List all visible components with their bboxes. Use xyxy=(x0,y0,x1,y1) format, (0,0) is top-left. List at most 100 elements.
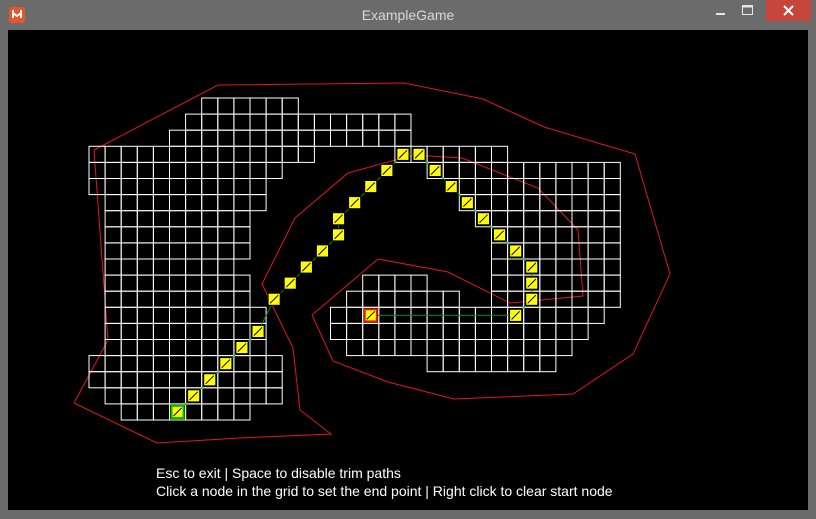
grid-node[interactable] xyxy=(555,226,573,244)
grid-node[interactable] xyxy=(233,226,251,244)
walkable-grid[interactable] xyxy=(88,97,621,421)
grid-node[interactable] xyxy=(346,322,364,340)
grid-node[interactable] xyxy=(442,290,460,308)
grid-node[interactable] xyxy=(474,339,492,357)
grid-node[interactable] xyxy=(346,129,364,147)
grid-node[interactable] xyxy=(120,355,138,373)
grid-node[interactable] xyxy=(458,178,476,196)
grid-node[interactable] xyxy=(233,355,251,373)
grid-node[interactable] xyxy=(185,226,203,244)
grid-node[interactable] xyxy=(539,355,557,373)
grid-node[interactable] xyxy=(169,306,187,324)
grid-node[interactable] xyxy=(571,161,589,179)
grid-node[interactable] xyxy=(571,306,589,324)
grid-node[interactable] xyxy=(555,274,573,292)
grid-node[interactable] xyxy=(555,161,573,179)
grid-node[interactable] xyxy=(233,129,251,147)
grid-node[interactable] xyxy=(201,161,219,179)
grid-node[interactable] xyxy=(491,242,509,260)
grid-node[interactable] xyxy=(474,161,492,179)
grid-node[interactable] xyxy=(120,371,138,389)
grid-node[interactable] xyxy=(201,322,219,340)
grid-node[interactable] xyxy=(217,113,235,131)
grid-node[interactable] xyxy=(136,306,154,324)
grid-node[interactable] xyxy=(169,178,187,196)
grid-node[interactable] xyxy=(442,322,460,340)
grid-node[interactable] xyxy=(88,161,106,179)
grid-node[interactable] xyxy=(201,258,219,276)
grid-node[interactable] xyxy=(136,290,154,308)
grid-node[interactable] xyxy=(185,178,203,196)
grid-node[interactable] xyxy=(120,387,138,405)
grid-node[interactable] xyxy=(136,226,154,244)
game-canvas[interactable]: Esc to exit | Space to disable trim path… xyxy=(8,30,808,510)
grid-node[interactable] xyxy=(169,145,187,163)
grid-node[interactable] xyxy=(587,258,605,276)
grid-node[interactable] xyxy=(265,113,283,131)
grid-node[interactable] xyxy=(281,129,299,147)
grid-node[interactable] xyxy=(458,322,476,340)
grid-node[interactable] xyxy=(217,339,235,357)
grid-node[interactable] xyxy=(136,161,154,179)
grid-node[interactable] xyxy=(185,145,203,163)
grid-node[interactable] xyxy=(523,194,541,212)
grid-node[interactable] xyxy=(152,322,170,340)
grid-node[interactable] xyxy=(378,322,396,340)
grid-node[interactable] xyxy=(185,403,203,421)
grid-node[interactable] xyxy=(458,355,476,373)
grid-node[interactable] xyxy=(185,371,203,389)
grid-node[interactable] xyxy=(136,210,154,228)
grid-node[interactable] xyxy=(474,178,492,196)
grid-node[interactable] xyxy=(136,274,154,292)
grid-node[interactable] xyxy=(587,306,605,324)
grid-node[interactable] xyxy=(249,113,267,131)
grid-node[interactable] xyxy=(120,178,138,196)
grid-node[interactable] xyxy=(539,210,557,228)
grid-node[interactable] xyxy=(152,194,170,212)
grid-node[interactable] xyxy=(217,161,235,179)
grid-node[interactable] xyxy=(297,113,315,131)
grid-node[interactable] xyxy=(313,129,331,147)
grid-node[interactable] xyxy=(410,290,428,308)
grid-node[interactable] xyxy=(539,258,557,276)
grid-node[interactable] xyxy=(507,226,525,244)
grid-node[interactable] xyxy=(169,290,187,308)
grid-node[interactable] xyxy=(249,145,267,163)
grid-node[interactable] xyxy=(265,387,283,405)
grid-node[interactable] xyxy=(362,339,380,357)
grid-node[interactable] xyxy=(120,161,138,179)
grid-node[interactable] xyxy=(217,306,235,324)
grid-node[interactable] xyxy=(523,306,541,324)
grid-node[interactable] xyxy=(169,355,187,373)
grid-node[interactable] xyxy=(265,129,283,147)
grid-node[interactable] xyxy=(217,371,235,389)
grid-node[interactable] xyxy=(474,194,492,212)
grid-node[interactable] xyxy=(378,290,396,308)
close-button[interactable] xyxy=(766,0,811,21)
grid-node[interactable] xyxy=(104,258,122,276)
grid-node[interactable] xyxy=(394,322,412,340)
grid-node[interactable] xyxy=(249,355,267,373)
grid-node[interactable] xyxy=(265,145,283,163)
grid-node[interactable] xyxy=(491,194,509,212)
grid-node[interactable] xyxy=(104,145,122,163)
grid-node[interactable] xyxy=(362,129,380,147)
grid-node[interactable] xyxy=(265,161,283,179)
grid-node[interactable] xyxy=(152,210,170,228)
grid-node[interactable] xyxy=(587,178,605,196)
grid-node[interactable] xyxy=(265,371,283,389)
grid-node[interactable] xyxy=(265,355,283,373)
grid-node[interactable] xyxy=(474,355,492,373)
grid-node[interactable] xyxy=(523,161,541,179)
grid-node[interactable] xyxy=(587,194,605,212)
grid-node[interactable] xyxy=(378,113,396,131)
grid-node[interactable] xyxy=(233,306,251,324)
grid-node[interactable] xyxy=(555,306,573,324)
grid-node[interactable] xyxy=(539,339,557,357)
grid-node[interactable] xyxy=(152,306,170,324)
grid-node[interactable] xyxy=(394,274,412,292)
grid-node[interactable] xyxy=(120,194,138,212)
grid-node[interactable] xyxy=(217,145,235,163)
grid-node[interactable] xyxy=(523,322,541,340)
grid-node[interactable] xyxy=(426,322,444,340)
